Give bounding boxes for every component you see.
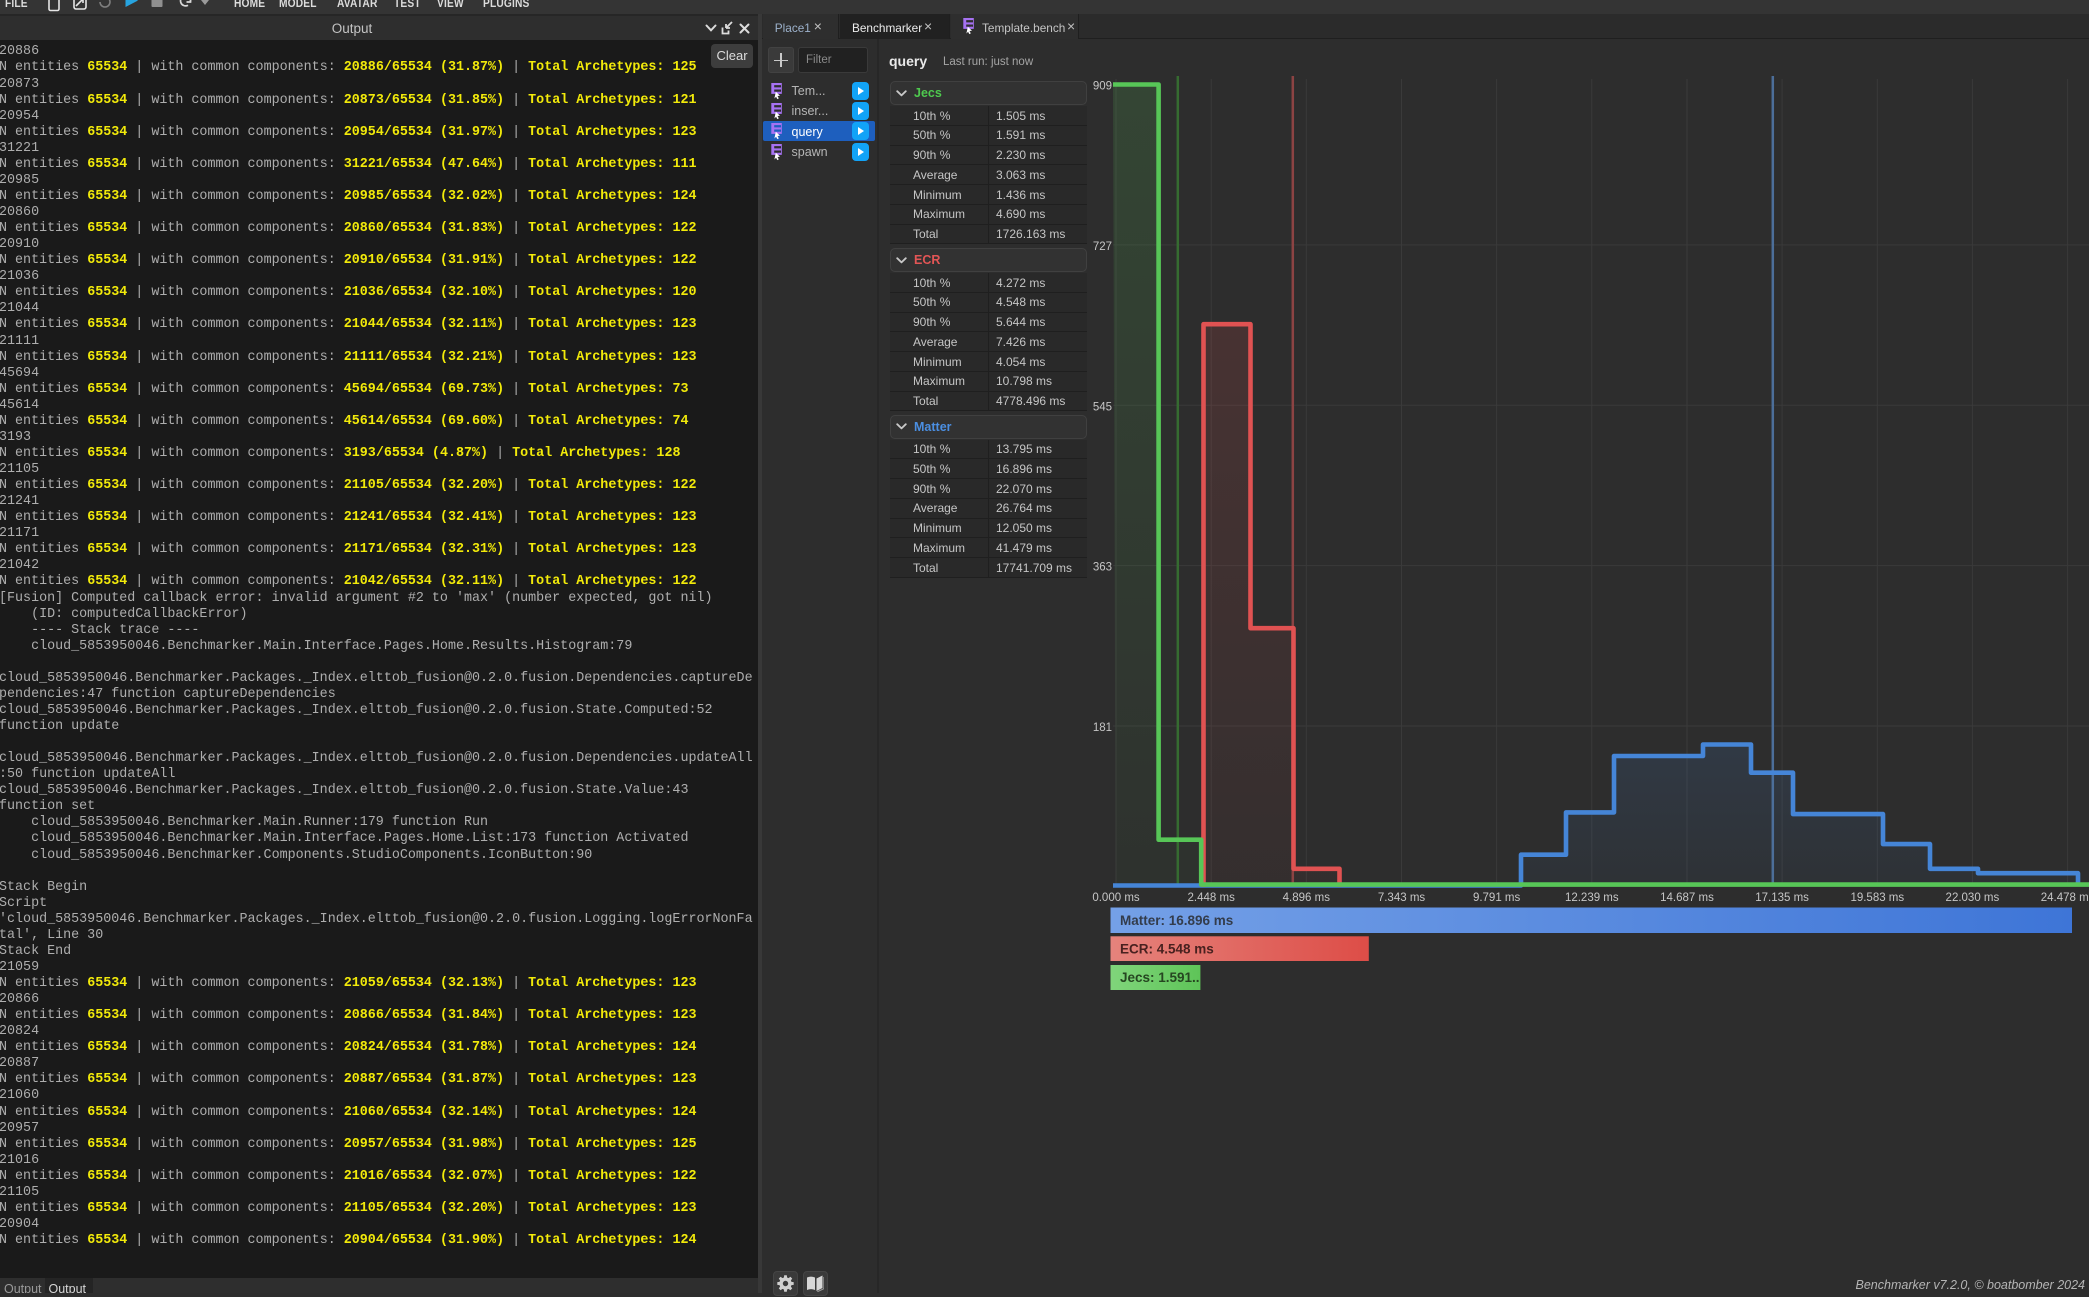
svg-text:19.583 ms: 19.583 ms [1850, 892, 1904, 904]
svg-text:545: 545 [1093, 401, 1112, 413]
svg-text:ECR: 4.548 ms: ECR: 4.548 ms [1120, 942, 1214, 957]
svg-text:0.000 ms: 0.000 ms [1092, 892, 1140, 904]
svg-text:7.343 ms: 7.343 ms [1378, 892, 1426, 904]
svg-text:9.791 ms: 9.791 ms [1473, 892, 1521, 904]
svg-text:24.478 ms: 24.478 ms [2041, 892, 2089, 904]
svg-text:363: 363 [1093, 562, 1112, 574]
svg-text:4.896 ms: 4.896 ms [1283, 892, 1331, 904]
svg-text:22.030 ms: 22.030 ms [1946, 892, 2000, 904]
svg-text:181: 181 [1093, 722, 1112, 734]
svg-text:14.687 ms: 14.687 ms [1660, 892, 1714, 904]
svg-text:12.239 ms: 12.239 ms [1565, 892, 1619, 904]
svg-text:2.448 ms: 2.448 ms [1188, 892, 1236, 904]
svg-text:909: 909 [1093, 81, 1112, 93]
svg-text:Jecs: 1.591...: Jecs: 1.591... [1120, 970, 1203, 985]
svg-text:727: 727 [1093, 241, 1112, 253]
svg-text:Matter: 16.896 ms: Matter: 16.896 ms [1120, 913, 1233, 928]
svg-text:17.135 ms: 17.135 ms [1755, 892, 1809, 904]
